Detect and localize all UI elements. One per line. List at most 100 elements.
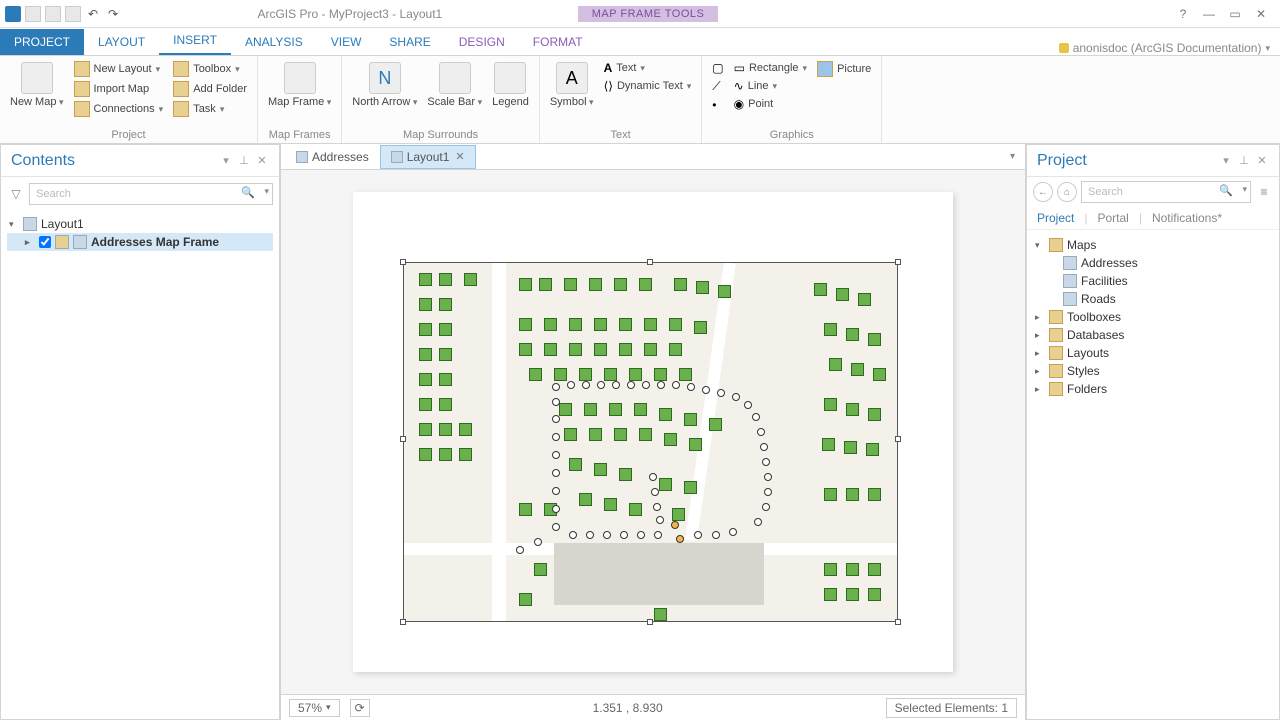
close-button[interactable]: ✕	[1252, 5, 1270, 23]
zoom-control[interactable]: 57%▾	[289, 699, 340, 717]
search-icon[interactable]: 🔍	[241, 186, 255, 199]
map-canvas[interactable]	[281, 170, 1025, 694]
tab-project[interactable]: PROJECT	[0, 29, 84, 55]
import-icon	[74, 81, 90, 97]
proj-map-addresses[interactable]: Addresses	[1035, 254, 1271, 272]
shape-line-button[interactable]: ⟋	[710, 78, 725, 95]
hamburger-icon[interactable]: ≡	[1255, 185, 1273, 199]
center-area: Addresses Layout1 ✕ ▾	[280, 144, 1026, 720]
search-dropdown-icon[interactable]: ▾	[264, 186, 269, 197]
proj-node-databases[interactable]: ▸Databases	[1035, 326, 1271, 344]
tab-insert[interactable]: INSERT	[159, 27, 231, 55]
lock-icon	[55, 235, 69, 249]
tab-analysis[interactable]: ANALYSIS	[231, 29, 317, 55]
symbol-button[interactable]: A Symbol	[548, 60, 596, 110]
symbol-icon: A	[556, 62, 588, 94]
tab-close-icon[interactable]: ✕	[455, 150, 464, 163]
folder-icon	[1049, 364, 1063, 378]
proj-node-folders[interactable]: ▸Folders	[1035, 380, 1271, 398]
group-label-map-surrounds: Map Surrounds	[350, 127, 531, 143]
scale-bar-button[interactable]: Scale Bar	[425, 60, 484, 110]
proj-node-toolboxes[interactable]: ▸Toolboxes	[1035, 308, 1271, 326]
north-arrow-button[interactable]: N North Arrow	[350, 60, 419, 110]
expand-icon[interactable]: ▸	[25, 237, 35, 248]
proj-tab-notifications[interactable]: Notifications*	[1152, 211, 1222, 225]
proj-node-maps[interactable]: ▾Maps	[1035, 236, 1271, 254]
quick-save-icon[interactable]	[24, 5, 42, 23]
redo-icon[interactable]: ↷	[104, 5, 122, 23]
quick-print-icon[interactable]	[64, 5, 82, 23]
rectangle-button[interactable]: ▭Rectangle	[732, 60, 809, 76]
tab-design[interactable]: DESIGN	[445, 29, 519, 55]
proj-node-styles[interactable]: ▸Styles	[1035, 362, 1271, 380]
dynamic-text-button[interactable]: ⟨⟩Dynamic Text	[602, 78, 694, 94]
scale-bar-icon	[439, 62, 471, 94]
panel-dropdown-icon[interactable]: ▾	[1219, 154, 1233, 168]
line-button[interactable]: ∿Line	[732, 78, 809, 94]
contents-search-input[interactable]	[29, 183, 273, 205]
main-area: Contents ▾ ⊥ ✕ ▽ 🔍 ▾ ▾ Layout1 ▸	[0, 144, 1280, 720]
view-tab-addresses[interactable]: Addresses	[285, 145, 380, 169]
view-tabs-menu[interactable]: ▾	[1004, 151, 1021, 162]
window-title: ArcGIS Pro - MyProject3 - Layout1	[122, 7, 578, 21]
map-frame-button[interactable]: Map Frame	[266, 60, 333, 110]
filter-icon[interactable]: ▽	[7, 185, 25, 203]
collapse-icon[interactable]: ▾	[9, 219, 19, 230]
nav-home-button[interactable]: ⌂	[1057, 182, 1077, 202]
picture-button[interactable]: Picture	[815, 60, 873, 78]
tab-format[interactable]: FORMAT	[519, 29, 597, 55]
toolbox-icon	[173, 61, 189, 77]
new-map-icon	[21, 62, 53, 94]
project-panel: Project ▾ ⊥ ✕ ← ⌂ 🔍 ▾ ≡ Project | Portal…	[1026, 144, 1280, 720]
map-icon	[1063, 256, 1077, 270]
nav-back-button[interactable]: ←	[1033, 182, 1053, 202]
shape-rect-button[interactable]: ▢	[710, 60, 725, 76]
map-frame[interactable]	[403, 262, 898, 622]
maximize-button[interactable]: ▭	[1226, 5, 1244, 23]
new-layout-button[interactable]: New Layout	[72, 60, 166, 78]
tab-share[interactable]: SHARE	[375, 29, 444, 55]
signin-label[interactable]: anonisdoc (ArcGIS Documentation) ▾	[1059, 41, 1280, 55]
tree-row-map-frame[interactable]: ▸ Addresses Map Frame	[7, 233, 273, 251]
minimize-button[interactable]: —	[1200, 5, 1218, 23]
proj-map-facilities[interactable]: Facilities	[1035, 272, 1271, 290]
panel-pin-icon[interactable]: ⊥	[237, 154, 251, 168]
text-button[interactable]: AText	[602, 60, 694, 76]
undo-icon[interactable]: ↶	[84, 5, 102, 23]
panel-close-icon[interactable]: ✕	[1255, 154, 1269, 168]
import-map-button[interactable]: Import Map	[72, 80, 166, 98]
new-map-button[interactable]: New Map	[8, 60, 66, 110]
layout-icon	[74, 61, 90, 77]
proj-tab-portal[interactable]: Portal	[1097, 211, 1128, 225]
tree-label: Layout1	[41, 217, 84, 231]
panel-pin-icon[interactable]: ⊥	[1237, 154, 1251, 168]
task-button[interactable]: Task	[171, 100, 249, 118]
view-tab-layout[interactable]: Layout1 ✕	[380, 145, 476, 169]
point-button[interactable]: ◉Point	[732, 96, 809, 112]
tree-row-layout[interactable]: ▾ Layout1	[7, 215, 273, 233]
layout-page[interactable]	[353, 192, 953, 672]
tab-view[interactable]: VIEW	[317, 29, 376, 55]
quick-open-icon[interactable]	[44, 5, 62, 23]
panel-close-icon[interactable]: ✕	[255, 154, 269, 168]
add-folder-button[interactable]: Add Folder	[171, 80, 249, 98]
toolbox-button[interactable]: Toolbox	[171, 60, 249, 78]
refresh-button[interactable]: ⟳	[350, 699, 370, 717]
shape-point-button[interactable]: •	[710, 97, 725, 113]
visibility-checkbox[interactable]	[39, 236, 51, 248]
map-icon	[296, 151, 308, 163]
legend-button[interactable]: Legend	[490, 60, 531, 110]
help-button[interactable]: ?	[1174, 5, 1192, 23]
proj-node-layouts[interactable]: ▸Layouts	[1035, 344, 1271, 362]
picture-icon	[817, 61, 833, 77]
search-dropdown-icon[interactable]: ▾	[1242, 184, 1247, 195]
group-label-project: Project	[8, 127, 249, 143]
tree-label: Addresses Map Frame	[91, 235, 219, 249]
layout-icon	[391, 151, 403, 163]
panel-dropdown-icon[interactable]: ▾	[219, 154, 233, 168]
tab-layout[interactable]: LAYOUT	[84, 29, 159, 55]
connections-button[interactable]: Connections	[72, 100, 166, 118]
proj-map-roads[interactable]: Roads	[1035, 290, 1271, 308]
search-icon[interactable]: 🔍	[1219, 184, 1233, 197]
proj-tab-project[interactable]: Project	[1037, 211, 1074, 225]
